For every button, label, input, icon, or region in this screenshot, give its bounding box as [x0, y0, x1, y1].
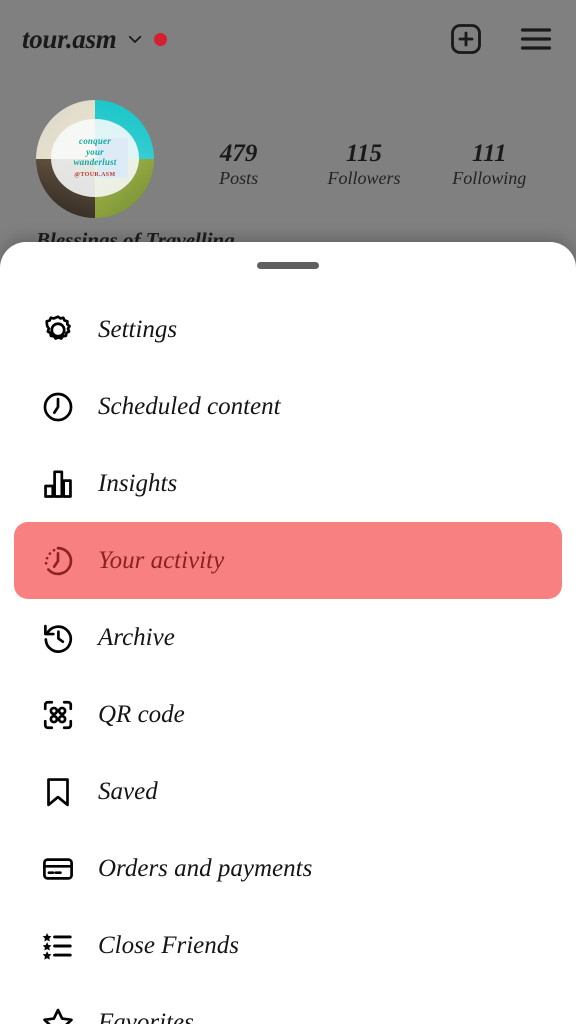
activity-clock-icon	[40, 543, 76, 579]
archive-clock-icon	[40, 620, 76, 656]
avatar-line-3: wanderlust	[73, 157, 117, 168]
stat-followers[interactable]: 115 Followers	[323, 140, 405, 190]
profile-summary-row: conquer your wanderlust @TOUR.ASM 479 Po…	[0, 100, 576, 230]
clock-icon	[40, 389, 76, 425]
profile-topbar: tour.asm	[0, 0, 576, 78]
avatar-line-1: conquer	[79, 136, 111, 147]
menu-item-close-friends[interactable]: Close Friends	[14, 907, 562, 984]
menu-item-favorites[interactable]: Favorites	[14, 984, 562, 1024]
avatar-line-2: your	[86, 146, 104, 157]
username-switcher[interactable]: tour.asm	[22, 23, 168, 55]
star-outline-icon	[40, 1005, 76, 1024]
avatar[interactable]: conquer your wanderlust @TOUR.ASM	[36, 100, 154, 218]
stat-following-value: 111	[471, 140, 507, 167]
plus-square-icon[interactable]	[448, 21, 484, 57]
bottom-sheet-menu: Settings Scheduled content Insights Your…	[0, 242, 576, 1024]
menu-item-insights[interactable]: Insights	[14, 445, 562, 522]
qr-code-icon	[40, 697, 76, 733]
profile-username: tour.asm	[22, 23, 117, 54]
menu-item-label: Insights	[98, 470, 178, 497]
stat-posts-label: Posts	[219, 168, 259, 188]
stat-posts[interactable]: 479 Posts	[198, 140, 280, 190]
stat-following-label: Following	[452, 168, 527, 188]
hamburger-menu-icon[interactable]	[518, 21, 554, 57]
menu-item-label: Orders and payments	[98, 855, 313, 882]
menu-item-your-activity[interactable]: Your activity	[14, 522, 562, 599]
sheet-drag-handle[interactable]	[257, 262, 319, 269]
menu-item-label: Scheduled content	[98, 393, 281, 420]
menu-item-label: Favorites	[98, 1009, 194, 1024]
notification-dot-icon	[154, 32, 168, 46]
star-list-icon	[40, 928, 76, 964]
menu-item-label: Close Friends	[98, 932, 239, 959]
gear-icon	[40, 312, 76, 348]
menu-list: Settings Scheduled content Insights Your…	[0, 291, 576, 1024]
menu-item-label: QR code	[98, 701, 185, 728]
stat-posts-value: 479	[219, 140, 258, 167]
menu-item-label: Your activity	[98, 547, 225, 574]
menu-item-scheduled-content[interactable]: Scheduled content	[14, 368, 562, 445]
menu-item-saved[interactable]: Saved	[14, 753, 562, 830]
topbar-actions	[448, 21, 554, 57]
bookmark-icon	[40, 774, 76, 810]
chevron-down-icon[interactable]	[126, 30, 144, 48]
menu-item-qr-code[interactable]: QR code	[14, 676, 562, 753]
menu-item-settings[interactable]: Settings	[14, 291, 562, 368]
menu-item-label: Settings	[98, 316, 178, 343]
stat-following[interactable]: 111 Following	[448, 140, 530, 190]
stat-followers-value: 115	[345, 140, 383, 167]
stat-followers-label: Followers	[327, 168, 401, 188]
avatar-caption: conquer your wanderlust @TOUR.ASM	[51, 118, 139, 197]
menu-item-archive[interactable]: Archive	[14, 599, 562, 676]
menu-item-label: Saved	[98, 778, 158, 805]
credit-card-icon	[40, 851, 76, 887]
avatar-handle: @TOUR.ASM	[74, 172, 116, 179]
profile-stats: 479 Posts 115 Followers 111 Following	[154, 100, 576, 190]
menu-item-label: Archive	[98, 624, 175, 651]
menu-item-orders-and-payments[interactable]: Orders and payments	[14, 830, 562, 907]
bar-chart-icon	[40, 466, 76, 502]
